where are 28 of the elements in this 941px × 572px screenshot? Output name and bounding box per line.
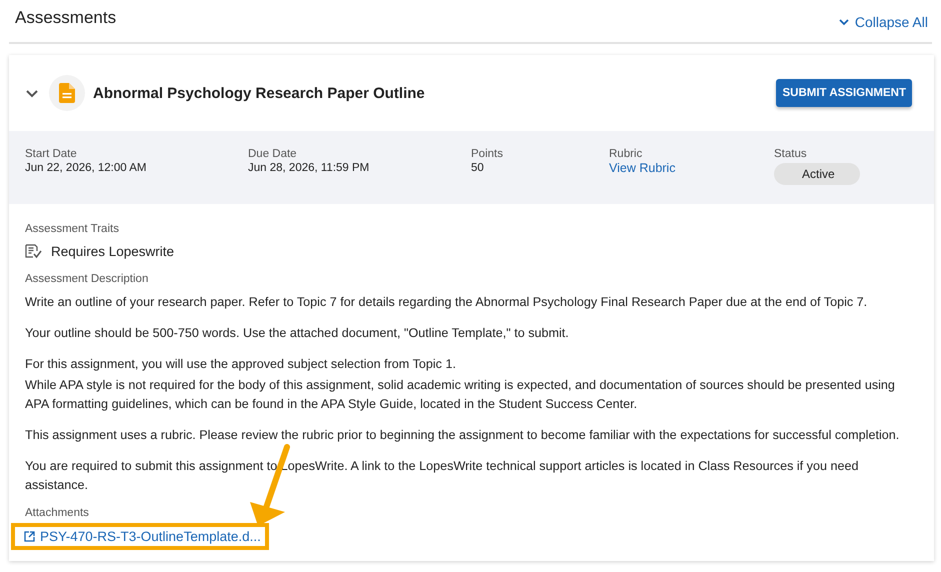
- chevron-down-icon: [838, 18, 849, 26]
- field-label: Points: [471, 148, 504, 160]
- description-paragraph: While APA style is not required for the body of this assignment, solid academic writing is expected, and documentation of sources should be presented using APA formatting guidelines, which can be found in the APA Style Guide, located in the Student Success Center.: [25, 377, 896, 413]
- description-paragraph: Your outline should be 500-750 words. Use the attached document, "Outline Template," to submit.: [25, 325, 570, 342]
- document-check-icon: [25, 244, 42, 259]
- field-label: Start Date: [25, 148, 78, 160]
- attachment-link[interactable]: PSY-470-RS-T3-OutlineTemplate.d...: [24, 529, 261, 544]
- description-paragraph: For this assignment, you will use the approved subject selection from Topic 1.: [25, 356, 457, 373]
- document-icon: [49, 75, 85, 111]
- field-value: 50: [471, 162, 485, 174]
- external-link-icon: [24, 531, 35, 542]
- field-label: Status: [774, 148, 808, 160]
- status-badge: Active: [774, 163, 860, 185]
- field-value: Jun 22, 2026, 12:00 AM: [25, 162, 148, 174]
- submit-assignment-button[interactable]: SUBMIT ASSIGNMENT: [776, 79, 912, 107]
- page-title: Assessments: [15, 8, 116, 29]
- description-paragraph: Write an outline of your research paper. Refer to Topic 7 for details regarding the Abnormal Psychology Final Research Paper due at the end of Topic 7.: [25, 294, 868, 311]
- view-rubric-link[interactable]: View Rubric: [609, 161, 774, 175]
- collapse-all-link[interactable]: Collapse All: [838, 14, 928, 30]
- assessment-title: Abnormal Psychology Research Paper Outline: [93, 84, 426, 102]
- field-label: Rubric: [609, 148, 644, 160]
- description-paragraph: This assignment uses a rubric. Please review the rubric prior to beginning the assignment to become familiar with the expectations for successful completion.: [25, 427, 900, 444]
- field-label: Due Date: [248, 148, 298, 160]
- section-label: Assessment Description: [25, 273, 150, 285]
- section-label: Attachments: [25, 507, 90, 519]
- trait-text: Requires Lopeswrite: [51, 244, 174, 259]
- section-label: Assessment Traits: [25, 223, 120, 235]
- field-value: Jun 28, 2026, 11:59 PM: [248, 162, 370, 174]
